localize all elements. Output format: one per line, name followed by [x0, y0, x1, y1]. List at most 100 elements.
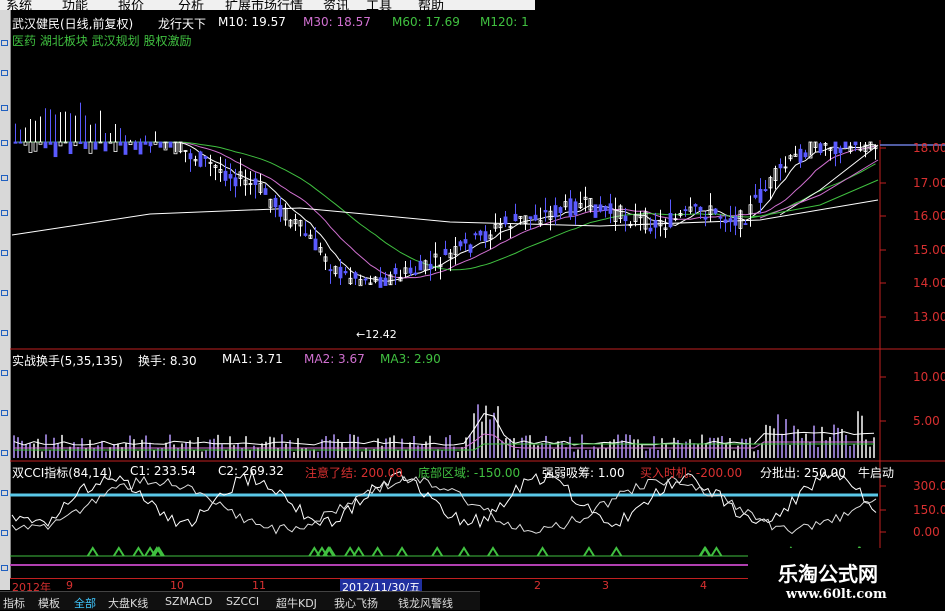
candle-body: [253, 178, 258, 186]
candle-body: [648, 227, 653, 232]
candle-body: [18, 141, 23, 144]
price-tick-label: 13.00: [913, 310, 945, 324]
cci-signal-marker: [344, 546, 356, 557]
candle-body: [143, 141, 148, 145]
date-label: 4: [700, 579, 707, 592]
candle-body: [778, 164, 783, 169]
cci-signal-marker: [458, 546, 470, 557]
candle-body: [203, 155, 208, 159]
candle-body: [133, 141, 138, 150]
cci-signal-marker: [610, 546, 623, 557]
cci-c2-readout: C2: 269.32: [218, 464, 284, 478]
candle-body: [468, 244, 473, 253]
candle-body: [818, 143, 823, 153]
candle-body: [383, 277, 388, 286]
candle-body: [153, 141, 158, 145]
candle-body: [408, 267, 413, 274]
cci-signal-marker: [371, 546, 384, 557]
candle-body: [703, 216, 708, 220]
candle-body: [278, 205, 283, 217]
cci-c2-line: [11, 475, 877, 535]
candle-body: [228, 174, 233, 179]
candle-body: [78, 141, 83, 144]
candle-body: [513, 213, 518, 222]
date-label: 2: [534, 579, 541, 592]
candle-body: [188, 153, 193, 160]
vol-ma2-readout: MA2: 3.67: [304, 352, 365, 366]
candle-body: [118, 141, 123, 146]
candle-body: [483, 231, 488, 242]
candle-body: [113, 141, 118, 152]
candle-body: [653, 220, 658, 228]
candle-body: [853, 141, 858, 146]
candle-body: [843, 141, 848, 149]
cci-c1-readout: C1: 233.54: [130, 464, 196, 478]
candle-body: [558, 207, 563, 213]
candle-body: [273, 197, 278, 208]
low-price-annotation: ←12.42: [356, 328, 397, 341]
candle-body: [798, 148, 803, 163]
sector-tags: 医药 湖北板块 武汉规划 股权激励: [12, 34, 192, 48]
candle-body: [233, 177, 238, 187]
ma30-readout: M30: 18.57: [303, 15, 371, 29]
candle-body: [303, 233, 308, 236]
date-label: 3: [602, 579, 609, 592]
cci-tick-label: 150.0: [913, 503, 945, 517]
candle-body: [463, 239, 468, 244]
tab-szmacd[interactable]: SZMACD: [165, 595, 213, 608]
candle-body: [753, 194, 758, 198]
ma30-line: [15, 141, 876, 279]
candle-body: [338, 266, 343, 279]
kline-chart-canvas[interactable]: [0, 0, 945, 609]
cci-buy-readout: 买入时机: -200.00: [640, 466, 743, 480]
candle-body: [733, 216, 738, 226]
candle-body: [568, 198, 573, 217]
candle-body: [393, 268, 398, 275]
cci-signal-marker: [431, 546, 444, 557]
candle-body: [593, 204, 598, 218]
candle-body: [573, 201, 578, 215]
candle-body: [413, 272, 418, 275]
ma10-line: [15, 141, 876, 282]
candle-body: [443, 248, 448, 255]
candle-body: [713, 208, 718, 214]
tab-szcci[interactable]: SZCCI: [226, 595, 259, 608]
candle-body: [148, 141, 153, 147]
candle-body: [53, 141, 58, 158]
candle-body: [803, 152, 808, 158]
candle-body: [343, 271, 348, 274]
candle-body: [123, 141, 128, 155]
candle-body: [603, 206, 608, 211]
stock-title: 武汉健民(日线,前复权): [12, 17, 134, 31]
candle-body: [138, 141, 143, 155]
candle-body: [158, 141, 163, 148]
candle-body: [363, 278, 368, 281]
candle-body: [13, 141, 18, 144]
candle-body: [763, 189, 768, 192]
candle-body: [623, 215, 628, 222]
volume-ma1-line: [13, 413, 875, 446]
candle-body: [458, 241, 463, 247]
volume-indicator-name: 实战换手(5,35,135): [12, 354, 123, 368]
candle-body: [33, 141, 38, 152]
candle-body: [28, 141, 33, 153]
vol-ma1-readout: MA1: 3.71: [222, 352, 283, 366]
candle-body: [728, 218, 733, 223]
cci-signal-marker: [710, 546, 723, 557]
candle-body: [108, 141, 113, 144]
date-axis: 2012年 9 10 11 2012/11/30/五 2 3 4: [10, 578, 748, 595]
volume-tick-label: 10.00: [913, 370, 945, 384]
cci-signal-marker: [583, 546, 595, 557]
candle-body: [838, 147, 843, 154]
candle-body: [683, 209, 688, 212]
candle-body: [428, 263, 433, 269]
volume-tick-label: 5.00: [913, 414, 940, 428]
watermark: 乐淘公式网 www.60lt.com: [748, 548, 945, 609]
turnover-readout: 换手: 8.30: [138, 354, 197, 368]
candle-body: [543, 210, 548, 213]
ma60-readout: M60: 17.69: [392, 15, 460, 29]
cci-tick-label: 300.0: [913, 479, 945, 493]
candle-body: [38, 141, 43, 145]
candle-body: [223, 170, 228, 181]
candle-body: [263, 188, 268, 195]
